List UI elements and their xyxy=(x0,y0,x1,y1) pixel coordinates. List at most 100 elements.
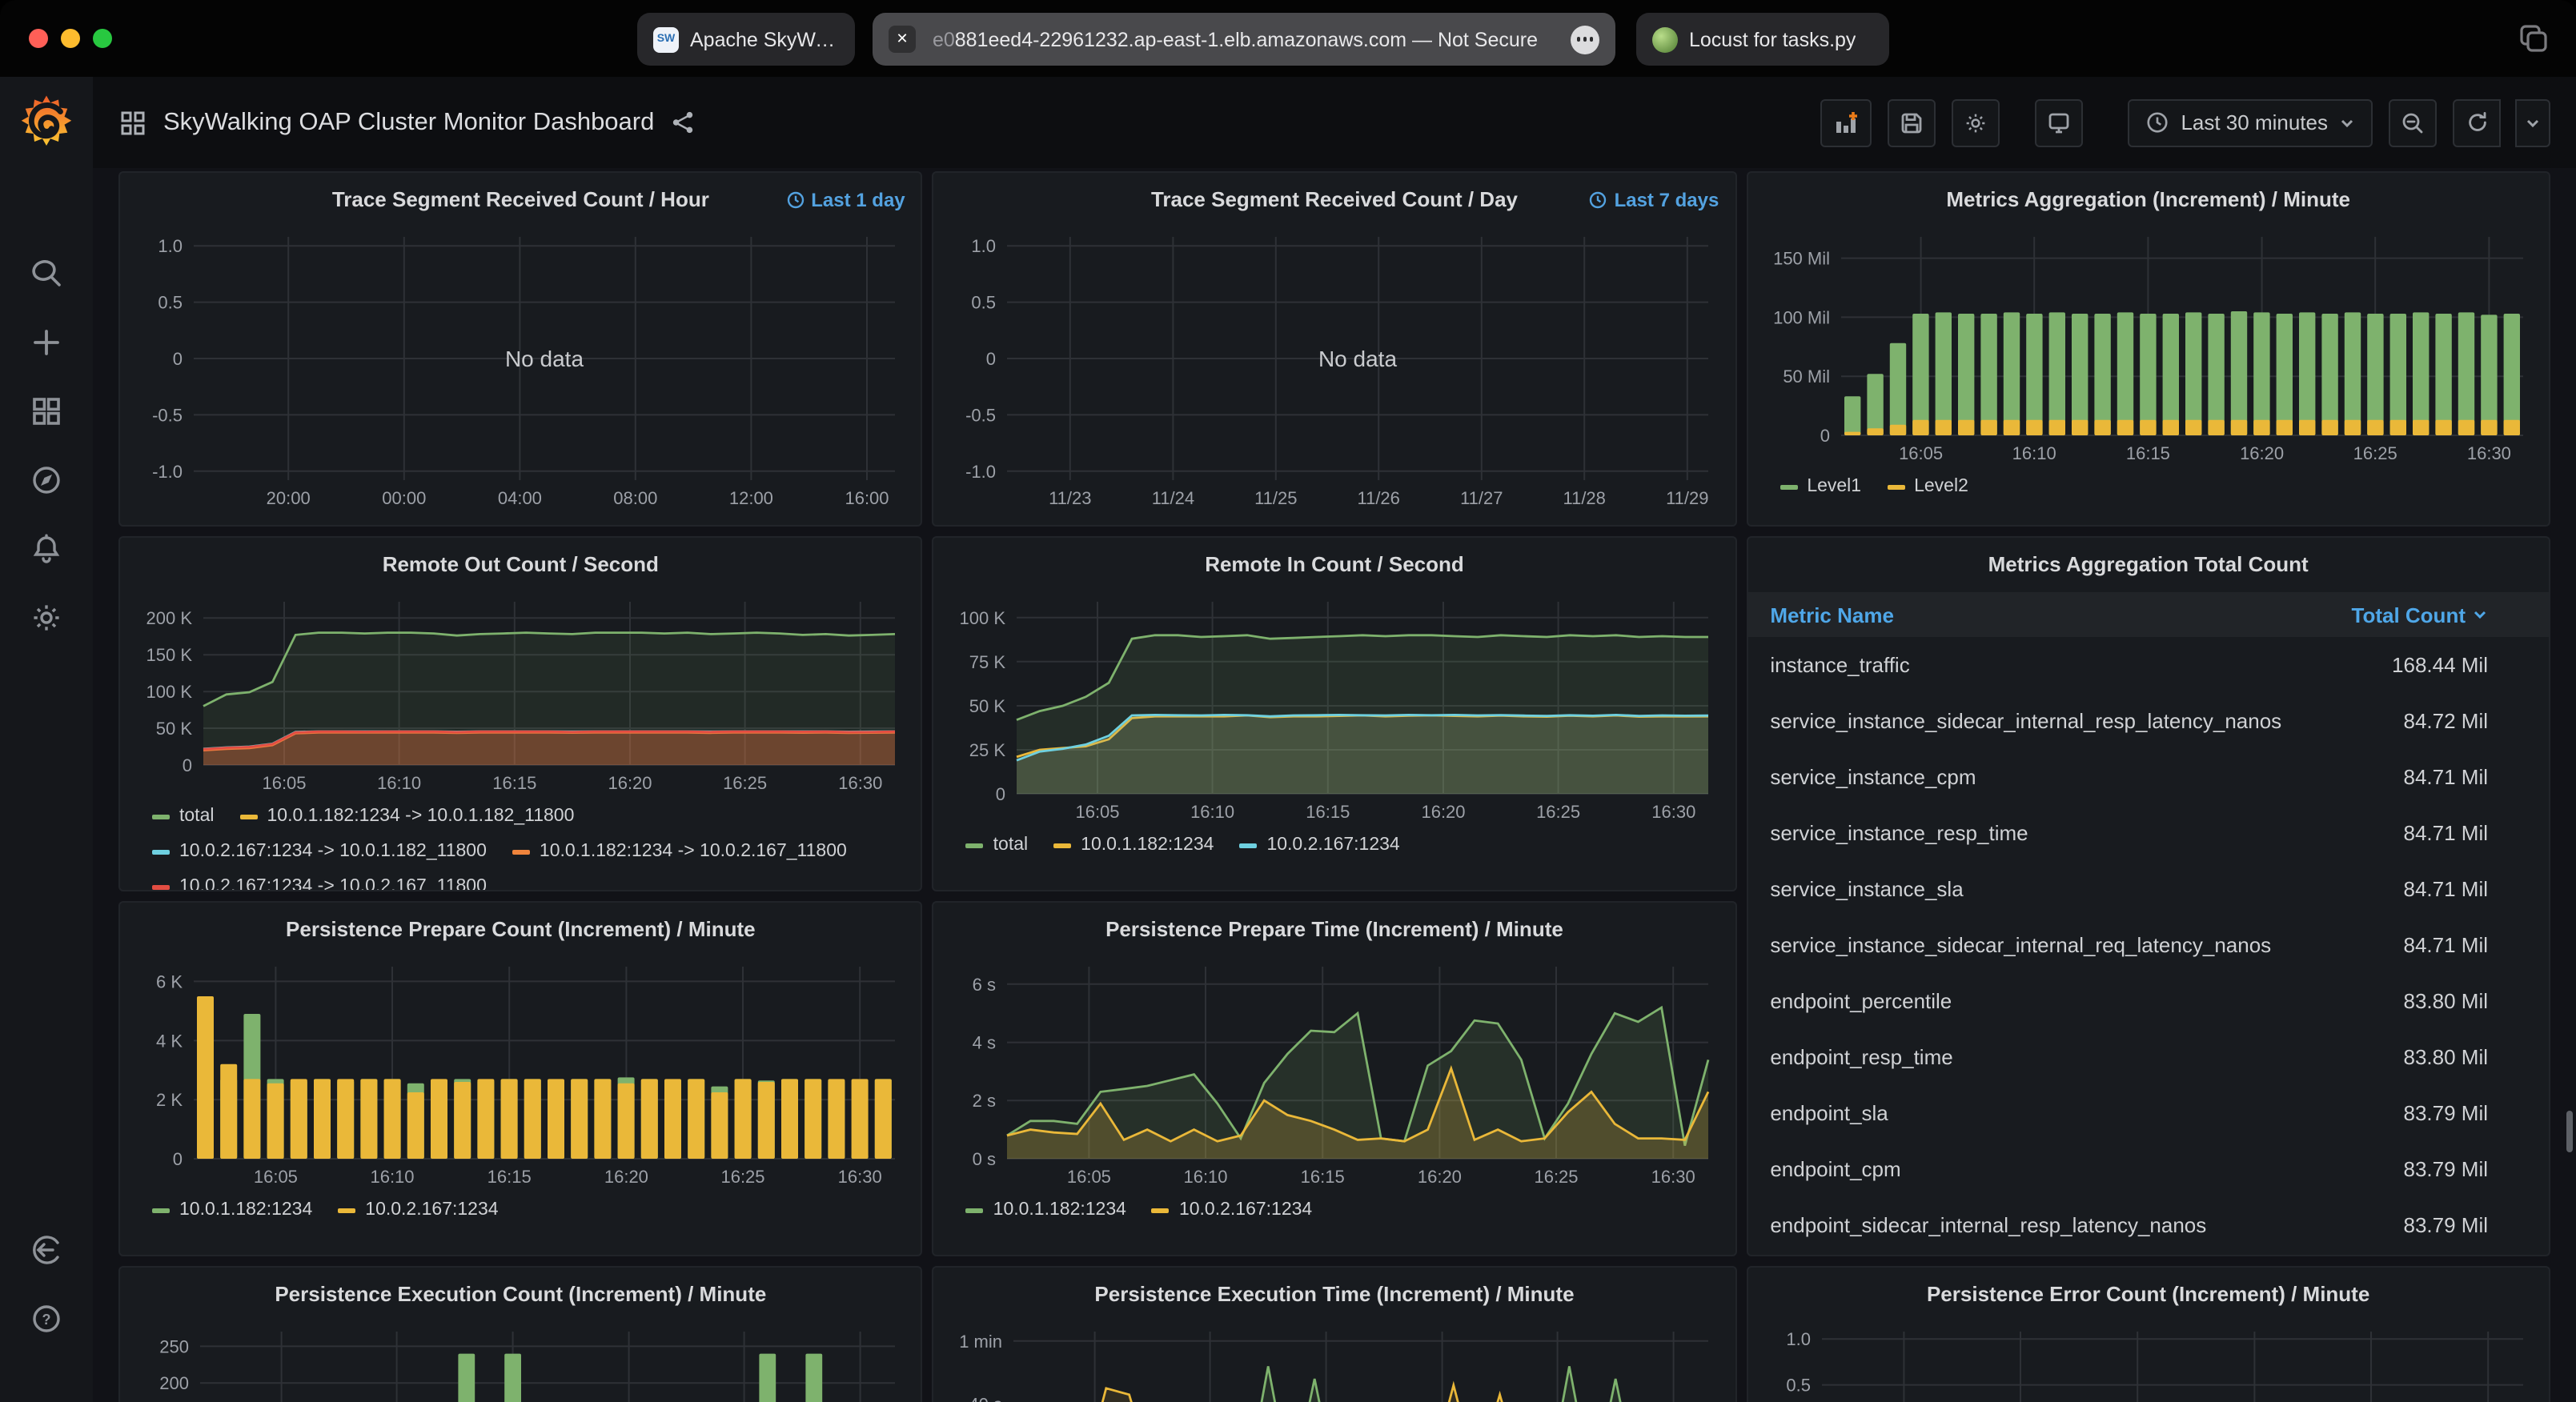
tab-close-icon[interactable]: ✕ xyxy=(889,26,916,53)
svg-text:11/23: 11/23 xyxy=(1049,488,1092,508)
total-count-cell: 83.80 Mil xyxy=(2404,989,2489,1013)
svg-text:11/28: 11/28 xyxy=(1563,488,1606,508)
panel-title[interactable]: Persistence Execution Time (Increment) /… xyxy=(934,1268,1735,1322)
svg-text:0: 0 xyxy=(183,755,192,775)
svg-text:200: 200 xyxy=(159,1373,189,1393)
maximize-window-button[interactable] xyxy=(93,29,112,48)
search-icon[interactable] xyxy=(29,256,64,299)
legend-color-dash xyxy=(152,849,170,854)
svg-text:16:30: 16:30 xyxy=(838,773,882,793)
metric-name-cell: endpoint_percentile xyxy=(1770,989,1952,1013)
explore-compass-icon[interactable] xyxy=(29,463,64,506)
panel-title[interactable]: Persistence Prepare Time (Increment) / M… xyxy=(934,903,1735,957)
legend-item[interactable]: 10.0.1.182:1234 xyxy=(1053,827,1214,863)
save-dashboard-button[interactable] xyxy=(1888,98,1936,146)
svg-text:100 K: 100 K xyxy=(146,682,193,702)
share-icon[interactable] xyxy=(670,110,694,134)
svg-text:0.5: 0.5 xyxy=(158,293,183,313)
total-count-cell: 84.71 Mil xyxy=(2404,933,2489,957)
page-title[interactable]: SkyWalking OAP Cluster Monitor Dashboard xyxy=(163,108,654,137)
help-icon[interactable]: ? xyxy=(29,1301,64,1344)
panel-title[interactable]: Persistence Prepare Count (Increment) / … xyxy=(120,903,921,957)
sign-in-icon[interactable] xyxy=(29,1232,64,1276)
browser-tab-skywalking[interactable]: SW Apache SkyWalki... xyxy=(637,13,855,66)
grafana-logo[interactable] xyxy=(14,90,78,162)
configuration-gear-icon[interactable] xyxy=(29,600,64,643)
zoom-out-time-button[interactable] xyxy=(2389,98,2437,146)
browser-tab-locust[interactable]: Locust for tasks.py xyxy=(1636,13,1889,66)
legend-item[interactable]: 10.0.1.182:1234 xyxy=(966,1192,1126,1228)
panel-title[interactable]: Remote Out Count / Second xyxy=(120,538,921,592)
legend-item[interactable]: 10.0.1.182:1234 -> 10.0.1.182_11800 xyxy=(240,799,575,834)
panel-title[interactable]: Metrics Aggregation Total Count xyxy=(1747,538,2549,592)
column-total-count[interactable]: Total Count xyxy=(2352,603,2489,627)
legend-item[interactable]: 10.0.2.167:1234 -> 10.0.1.182_11800 xyxy=(152,834,487,869)
legend-label: 10.0.1.182:1234 xyxy=(993,1192,1126,1228)
tab-title: e0881eed4-22961232.ap-east-1.elb.amazona… xyxy=(927,28,1543,50)
svg-text:16:25: 16:25 xyxy=(1535,1167,1579,1187)
time-range-label: Last 30 minutes xyxy=(2181,110,2328,134)
panel-time-override[interactable]: Last 7 days xyxy=(1589,173,1719,227)
panel-title[interactable]: Persistence Error Count (Increment) / Mi… xyxy=(1747,1268,2549,1322)
svg-text:0: 0 xyxy=(1820,426,1829,446)
time-range-picker[interactable]: Last 30 minutes xyxy=(2128,98,2373,146)
legend-item[interactable]: 10.0.2.167:1234 -> 10.0.2.167_11800 xyxy=(152,869,487,891)
total-count-cell: 84.71 Mil xyxy=(2404,821,2489,845)
browser-tab-active[interactable]: ✕ e0881eed4-22961232.ap-east-1.elb.amazo… xyxy=(873,13,1615,66)
tab-more-icon[interactable] xyxy=(1571,25,1599,54)
svg-text:0: 0 xyxy=(986,349,996,369)
table-row: service_instance_resp_time84.71 Mil xyxy=(1747,805,2549,861)
panel-time-override[interactable]: Last 1 day xyxy=(785,173,905,227)
svg-text:2 s: 2 s xyxy=(973,1091,996,1111)
svg-text:50 K: 50 K xyxy=(156,719,193,739)
refresh-dashboard-button[interactable] xyxy=(2453,98,2501,146)
tab-overview-icon[interactable] xyxy=(2515,21,2550,56)
panel-title[interactable]: Remote In Count / Second xyxy=(934,538,1735,592)
legend-item[interactable]: 10.0.1.182:1234 -> 10.0.2.167_11800 xyxy=(512,834,847,869)
panel-title[interactable]: Persistence Execution Count (Increment) … xyxy=(120,1268,921,1322)
svg-text:250: 250 xyxy=(159,1336,189,1356)
panel-title[interactable]: Metrics Aggregation (Increment) / Minute xyxy=(1747,173,2549,227)
legend-item[interactable]: 10.0.2.167:1234 xyxy=(1239,827,1399,863)
svg-text:-1.0: -1.0 xyxy=(152,462,183,482)
column-metric-name[interactable]: Metric Name xyxy=(1770,603,1894,627)
page-scrollbar[interactable] xyxy=(2566,1111,2573,1152)
svg-text:16:20: 16:20 xyxy=(604,1167,648,1187)
legend-item[interactable]: total xyxy=(966,827,1029,863)
legend-item[interactable]: Level1 xyxy=(1780,469,1861,504)
grafana-app: ? SkyWalking OAP Cluster Monitor Dashboa… xyxy=(0,77,2576,1402)
table-row: service_instance_sidecar_internal_req_la… xyxy=(1747,917,2549,973)
svg-text:16:25: 16:25 xyxy=(1537,802,1581,822)
metric-name-cell: instance_traffic xyxy=(1770,653,1909,677)
add-panel-button[interactable] xyxy=(1820,98,1872,146)
svg-text:?: ? xyxy=(42,1312,51,1328)
tab-title: Locust for tasks.py xyxy=(1689,28,1856,50)
svg-text:16:25: 16:25 xyxy=(723,773,767,793)
refresh-interval-dropdown[interactable] xyxy=(2515,98,2550,146)
apps-grid-icon[interactable] xyxy=(118,108,147,137)
cycle-view-mode-button[interactable] xyxy=(2035,98,2083,146)
legend-item[interactable]: 10.0.2.167:1234 xyxy=(338,1192,498,1228)
svg-text:20:00: 20:00 xyxy=(267,488,311,508)
svg-text:11/24: 11/24 xyxy=(1152,488,1194,508)
close-window-button[interactable] xyxy=(29,29,48,48)
legend-item[interactable]: 10.0.2.167:1234 xyxy=(1152,1192,1312,1228)
panel-persistence-error-count: Persistence Error Count (Increment) / Mi… xyxy=(1746,1266,2550,1402)
svg-text:11/29: 11/29 xyxy=(1667,488,1709,508)
table-row: endpoint_cpm83.79 Mil xyxy=(1747,1141,2549,1197)
minimize-window-button[interactable] xyxy=(61,29,80,48)
dashboard-settings-button[interactable] xyxy=(1952,98,2000,146)
alerting-bell-icon[interactable] xyxy=(29,531,64,575)
legend-item[interactable]: 10.0.1.182:1234 xyxy=(152,1192,312,1228)
create-icon[interactable] xyxy=(29,325,64,368)
svg-text:16:05: 16:05 xyxy=(1076,802,1120,822)
chart-execution-count: 250 200 xyxy=(130,1322,912,1402)
legend-item[interactable]: total xyxy=(152,799,215,834)
chart-trace-hour: 1.00.50-0.5-1.020:0000:0004:0008:0012:00… xyxy=(130,227,912,512)
panel-remote-out-count: Remote Out Count / Second 050 K100 K150 … xyxy=(118,536,923,891)
legend-item[interactable]: Level2 xyxy=(1887,469,1968,504)
chart-prepare-count: 02 K4 K6 K16:0516:1016:1516:2016:2516:30 xyxy=(130,957,912,1191)
svg-text:16:20: 16:20 xyxy=(608,773,652,793)
svg-text:16:20: 16:20 xyxy=(2239,443,2283,463)
dashboards-icon[interactable] xyxy=(29,394,64,437)
